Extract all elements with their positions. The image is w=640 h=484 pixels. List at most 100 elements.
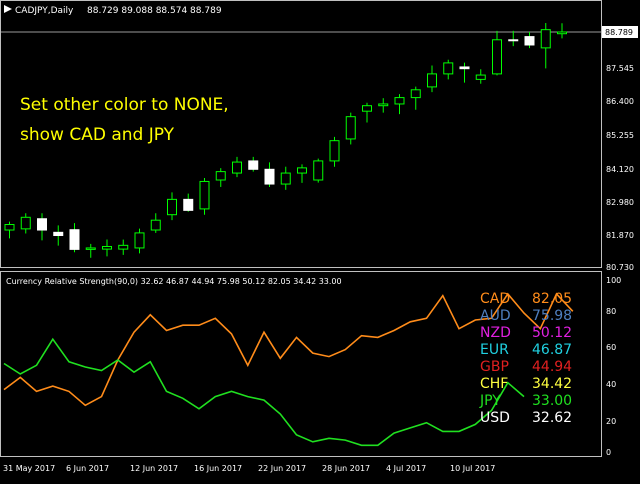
candle <box>459 62 470 83</box>
indicator-tick-label: 60 <box>606 343 616 352</box>
candle-body-bullish <box>20 216 31 230</box>
indicator-tick-label: 80 <box>606 307 616 316</box>
candle-body-bullish <box>345 116 356 140</box>
legend-currency-aud: AUD <box>480 308 511 324</box>
indicator-header: Currency Relative Strength(90,0) 32.62 4… <box>6 277 342 286</box>
time-axis: 31 May 2017 6 Jun 2017 12 Jun 2017 16 Ju… <box>3 464 495 473</box>
candle <box>20 213 31 234</box>
candle <box>215 168 226 187</box>
candle <box>540 23 551 69</box>
candle-body-bearish <box>459 66 470 70</box>
candle <box>345 112 356 145</box>
candle <box>410 86 421 110</box>
price-tick-label: 87.545 <box>606 64 634 73</box>
candle <box>4 221 15 239</box>
candle-body-bearish <box>53 231 64 237</box>
price-tick-label: 84.120 <box>606 165 634 174</box>
candle-body-bullish <box>280 172 291 185</box>
candle <box>508 30 519 47</box>
candle <box>313 158 324 183</box>
candle <box>329 136 340 167</box>
chart-window[interactable]: CADJPY,Daily 88.729 89.088 88.574 88.789… <box>0 0 640 480</box>
legend-value-cad: 82.05 <box>532 291 572 307</box>
candle-body-bullish <box>297 167 307 174</box>
annotation-line-1: Set other color to NONE, <box>20 95 229 115</box>
legend-value-gbp: 44.94 <box>532 359 572 375</box>
candle <box>427 65 437 93</box>
candle-body-bullish <box>475 74 486 80</box>
indicator-tick-label: 100 <box>606 276 621 285</box>
price-tick-label: 82.980 <box>606 198 634 207</box>
price-tick-label: 85.255 <box>606 131 634 140</box>
candle-body-bearish <box>508 39 519 42</box>
candle-body-bearish <box>183 198 194 211</box>
currency-legend: CAD 82.05 AUD 75.98 NZD 50.12 EUR 46.87 … <box>479 291 572 426</box>
candle <box>248 156 259 172</box>
candle <box>280 166 291 190</box>
candle-body-bullish <box>557 31 567 35</box>
candle-body-bullish <box>362 105 372 112</box>
candle <box>362 102 372 123</box>
candle <box>524 31 535 49</box>
annotation-line-2: show CAD and JPY <box>20 125 175 145</box>
candle-body-bullish <box>394 97 405 105</box>
candle <box>232 156 242 178</box>
price-axis: 88.789 87.545 86.400 85.255 84.120 82.98… <box>602 26 638 272</box>
candle <box>37 213 47 241</box>
legend-currency-usd: USD <box>480 410 510 426</box>
candle <box>475 69 486 84</box>
legend-value-chf: 34.42 <box>532 376 572 392</box>
candle-body-bearish <box>264 168 275 185</box>
indicator-tick-label: 40 <box>606 380 616 389</box>
candle-body-bullish <box>232 161 242 174</box>
strength-line-jpy <box>3 337 525 447</box>
legend-currency-nzd: NZD <box>480 325 511 341</box>
candle-body-bullish <box>378 103 389 107</box>
symbol-timeframe: CADJPY,Daily <box>15 6 74 16</box>
candle <box>557 23 567 39</box>
candle <box>492 30 502 76</box>
candle <box>118 239 129 255</box>
candle <box>150 213 161 233</box>
candle-body-bullish <box>85 247 96 250</box>
chart-canvas[interactable]: CADJPY,Daily 88.729 89.088 88.574 88.789… <box>0 0 640 480</box>
candle <box>199 177 210 215</box>
price-tick-label: 81.870 <box>606 231 634 240</box>
time-tick-label: 16 Jun 2017 <box>194 464 242 473</box>
time-tick-label: 22 Jun 2017 <box>258 464 306 473</box>
candle-body-bullish <box>215 171 226 181</box>
candle-body-bullish <box>150 219 161 231</box>
time-tick-label: 4 Jul 2017 <box>386 464 426 473</box>
annotation: Set other color to NONE, show CAD and JP… <box>20 95 229 145</box>
candle-body-bearish <box>248 160 259 170</box>
current-price-label: 88.789 <box>605 28 633 37</box>
candle <box>183 193 194 212</box>
legend-value-nzd: 50.12 <box>532 325 572 341</box>
candle <box>134 228 145 254</box>
candle <box>102 239 112 257</box>
candle-body-bullish <box>492 39 502 75</box>
candle-body-bullish <box>167 198 177 216</box>
candle-body-bearish <box>37 218 47 231</box>
candle <box>85 243 96 258</box>
candle <box>394 94 405 115</box>
symbol-arrow-icon <box>4 5 12 13</box>
candle-body-bearish <box>524 36 535 46</box>
legend-currency-eur: EUR <box>480 342 509 358</box>
price-tick-label: 86.400 <box>606 97 634 106</box>
legend-currency-jpy: JPY <box>479 393 501 409</box>
legend-currency-cad: CAD <box>480 291 510 307</box>
candle-body-bearish <box>69 229 80 250</box>
candle-body-bullish <box>134 232 145 249</box>
indicator-tick-label: 0 <box>606 448 611 457</box>
indicator-axis: 100 80 60 40 20 0 <box>606 276 621 457</box>
candle <box>167 192 177 221</box>
candle-body-bullish <box>118 244 129 250</box>
legend-currency-chf: CHF <box>480 376 508 392</box>
candle-body-bullish <box>540 29 551 49</box>
time-tick-label: 12 Jun 2017 <box>130 464 178 473</box>
legend-value-usd: 32.62 <box>532 410 572 426</box>
candle <box>297 164 307 183</box>
time-tick-label: 31 May 2017 <box>3 464 55 473</box>
candle <box>69 223 80 253</box>
